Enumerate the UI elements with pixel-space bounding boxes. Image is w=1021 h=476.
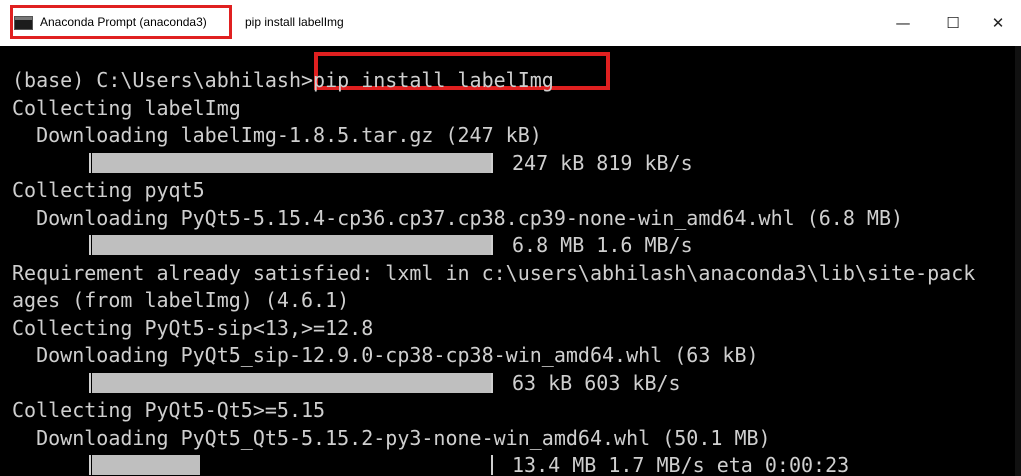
progress-info: 6.8 MB 1.6 MB/s [512,233,693,257]
window-title: Anaconda Prompt (anaconda3) [40,15,207,29]
progress-row: 13.4 MB 1.7 MB/s eta 0:00:23 [0,452,1021,476]
progress-bar-end [491,152,493,173]
progress-info: 63 kB 603 kB/s [512,370,681,395]
progress-bar-end [491,235,493,255]
scrollbar[interactable] [1015,46,1021,476]
progress-row: 6.8 MB 1.6 MB/s [0,232,1021,258]
terminal-line: Collecting pyqt5 [12,178,205,202]
terminal-line: Downloading PyQt5_sip-12.9.0-cp38-cp38-w… [12,343,759,367]
progress-info: 247 kB 819 kB/s [512,150,693,175]
terminal-line: (base) C:\Users\abhilash>pip install lab… [12,68,554,92]
title-bar: Anaconda Prompt (anaconda3) pip install … [0,0,1021,46]
terminal-line: Downloading PyQt5-5.15.4-cp36.cp37.cp38.… [12,205,904,230]
terminal-line: Downloading PyQt5_Qt5-5.15.2-py3-none-wi… [12,425,771,450]
terminal-line: Requirement already satisfied: lxml in c… [12,260,976,285]
terminal-line: Collecting PyQt5-sip<13,>=12.8 [12,315,374,340]
terminal-line: Collecting PyQt5-Qt5>=5.15 [12,398,326,422]
terminal-line: Collecting labelImg [12,95,241,120]
progress-bar-fill [92,152,491,173]
progress-bar-end [491,455,493,475]
terminal-line: Downloading labelImg-1.8.5.tar.gz (247 k… [12,123,542,147]
progress-bar-fill [92,235,491,255]
terminal-line: ages (from labelImg) (4.6.1) [12,288,350,312]
progress-info: 13.4 MB 1.7 MB/s eta 0:00:23 [512,453,850,476]
minimize-icon[interactable]: — [880,8,926,38]
maximize-icon[interactable]: ☐ [930,8,976,38]
window-subtitle: pip install labelImg [245,15,344,29]
progress-row: 63 kB 603 kB/s [0,370,1021,396]
terminal-icon [14,16,33,30]
progress-bar-end [491,372,493,393]
progress-bar-fill [92,455,200,475]
terminal-output[interactable]: (base) C:\Users\abhilash>pip install lab… [0,46,1021,476]
progress-bar-start [89,235,91,255]
progress-bar-start [89,372,91,393]
progress-row: 247 kB 819 kB/s [0,150,1021,176]
progress-bar-fill [92,372,491,393]
progress-bar-start [89,455,91,475]
close-icon[interactable]: ✕ [975,8,1021,38]
progress-bar-start [89,152,91,173]
